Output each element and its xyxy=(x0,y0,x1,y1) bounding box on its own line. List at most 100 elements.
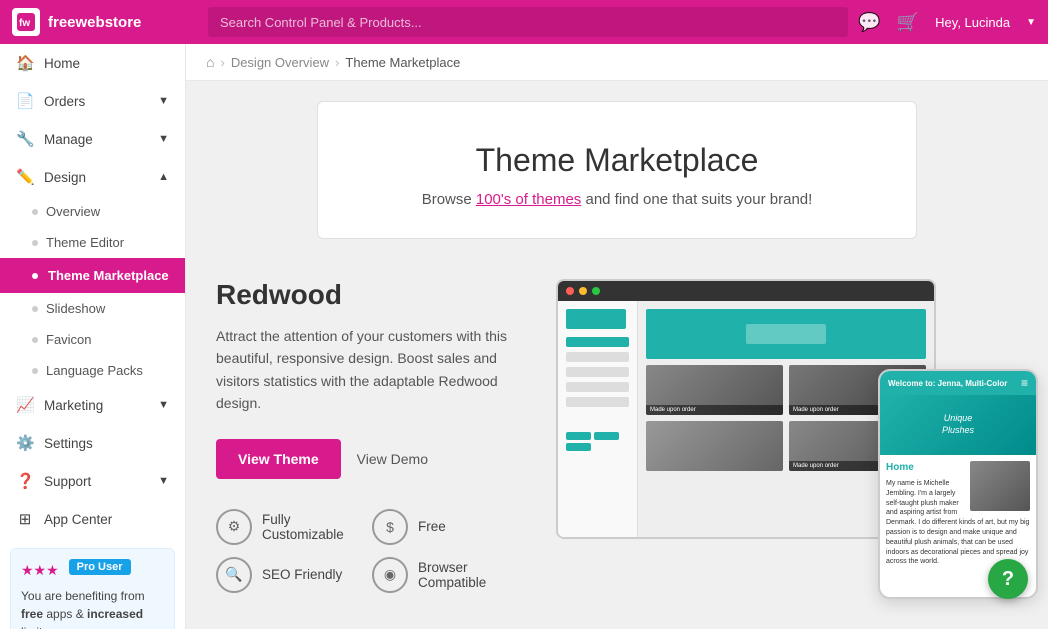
theme-info: Redwood Attract the attention of your cu… xyxy=(216,279,516,593)
preview-card xyxy=(646,421,783,471)
marketing-icon: 📈 xyxy=(16,396,34,414)
user-dropdown-icon[interactable]: ▼ xyxy=(1026,17,1036,28)
sidebar-sub-item-language-packs[interactable]: Language Packs xyxy=(0,355,185,386)
theme-name: Redwood xyxy=(216,279,516,311)
sidebar-item-home[interactable]: 🏠 Home xyxy=(0,44,185,82)
chevron-down-icon: ▼ xyxy=(158,133,169,145)
mobile-bar-title: Welcome to: Jenna, Multi-Color xyxy=(888,379,1007,388)
user-greeting[interactable]: Hey, Lucinda xyxy=(935,15,1010,30)
chevron-down-icon: ▼ xyxy=(158,475,169,487)
preview-nav-item xyxy=(566,337,629,347)
breadcrumb-current: Theme Marketplace xyxy=(345,55,460,70)
cart-icon[interactable]: 🛒 xyxy=(897,12,919,33)
feature-free: $ Free xyxy=(372,509,516,545)
support-icon: ❓ xyxy=(16,472,34,490)
feature-seo: 🔍 SEO Friendly xyxy=(216,557,360,593)
sidebar-item-label: Settings xyxy=(44,436,93,451)
sidebar-sub-item-favicon[interactable]: Favicon xyxy=(0,324,185,355)
manage-icon: 🔧 xyxy=(16,130,34,148)
logo-area: fw freewebstore xyxy=(12,8,198,36)
features-grid: ⚙ Fully Customizable $ Free 🔍 SEO Friend… xyxy=(216,509,516,593)
sidebar-item-manage[interactable]: 🔧 Manage ▼ xyxy=(0,120,185,158)
free-icon: $ xyxy=(372,509,408,545)
theme-description: Attract the attention of your customers … xyxy=(216,325,516,415)
sidebar-item-label: Home xyxy=(44,56,80,71)
sidebar-sub-item-slideshow[interactable]: Slideshow xyxy=(0,293,185,324)
maximize-dot xyxy=(592,287,600,295)
home-icon: 🏠 xyxy=(16,54,34,72)
preview-nav-item xyxy=(566,397,629,407)
home-breadcrumb-icon[interactable]: ⌂ xyxy=(206,54,214,70)
sidebar-sub-item-theme-marketplace[interactable]: Theme Marketplace xyxy=(0,258,185,293)
sidebar-sub-label: Favicon xyxy=(46,332,92,347)
preview-nav-item xyxy=(566,352,629,362)
search-input[interactable] xyxy=(208,7,848,37)
dot-icon xyxy=(32,368,38,374)
sidebar: 🏠 Home 📄 Orders ▼ 🔧 Manage ▼ ✏️ Design ▲… xyxy=(0,44,186,629)
hero-section: Theme Marketplace Browse 100's of themes… xyxy=(317,101,917,239)
desktop-window-bar xyxy=(558,281,934,301)
sidebar-item-settings[interactable]: ⚙️ Settings xyxy=(0,424,185,462)
mobile-hero-text: UniquePlushes xyxy=(942,413,974,436)
preview-card-label: Made upon order xyxy=(646,405,783,415)
sidebar-sub-label: Language Packs xyxy=(46,363,143,378)
dot-icon xyxy=(32,337,38,343)
logo-icon: fw xyxy=(12,8,40,36)
feature-label: Fully Customizable xyxy=(262,512,360,542)
preview-logo xyxy=(566,309,626,329)
sidebar-item-label: App Center xyxy=(44,512,112,527)
content-area: ⌂ › Design Overview › Theme Marketplace … xyxy=(186,44,1048,629)
mobile-menu-icon: ≡ xyxy=(1021,376,1028,390)
view-demo-button[interactable]: View Demo xyxy=(357,451,428,467)
view-theme-button[interactable]: View Theme xyxy=(216,439,341,479)
svg-text:fw: fw xyxy=(19,18,30,29)
hero-link[interactable]: 100's of themes xyxy=(476,191,581,208)
sidebar-sub-label: Overview xyxy=(46,204,100,219)
sidebar-sub-label: Slideshow xyxy=(46,301,105,316)
orders-icon: 📄 xyxy=(16,92,34,110)
sidebar-item-label: Orders xyxy=(44,94,85,109)
feature-label: Free xyxy=(418,519,446,534)
sidebar-item-orders[interactable]: 📄 Orders ▼ xyxy=(0,82,185,120)
sidebar-item-label: Design xyxy=(44,170,86,185)
sidebar-item-label: Marketing xyxy=(44,398,103,413)
sidebar-item-marketing[interactable]: 📈 Marketing ▼ xyxy=(0,386,185,424)
browser-icon: ◉ xyxy=(372,557,408,593)
preview-nav-item xyxy=(566,382,629,392)
pro-banner: ★★★ Pro User You are benefiting from fre… xyxy=(10,548,175,629)
mobile-hero: UniquePlushes xyxy=(880,395,1036,455)
sidebar-item-support[interactable]: ❓ Support ▼ xyxy=(0,462,185,500)
close-dot xyxy=(566,287,574,295)
sidebar-sub-item-overview[interactable]: Overview xyxy=(0,196,185,227)
chevron-down-icon: ▼ xyxy=(158,95,169,107)
breadcrumb: ⌂ › Design Overview › Theme Marketplace xyxy=(186,44,1048,81)
dot-icon xyxy=(32,240,38,246)
hero-title: Theme Marketplace xyxy=(338,142,896,179)
dot-icon xyxy=(32,306,38,312)
main-layout: 🏠 Home 📄 Orders ▼ 🔧 Manage ▼ ✏️ Design ▲… xyxy=(0,44,1048,629)
sidebar-item-label: Manage xyxy=(44,132,93,147)
sidebar-item-app-center[interactable]: ⊞ App Center xyxy=(0,500,185,538)
theme-section: Redwood Attract the attention of your cu… xyxy=(186,259,1048,613)
settings-icon: ⚙️ xyxy=(16,434,34,452)
preview-nav-item xyxy=(566,367,629,377)
theme-actions: View Theme View Demo xyxy=(216,439,516,479)
feature-customizable: ⚙ Fully Customizable xyxy=(216,509,360,545)
feature-label: SEO Friendly xyxy=(262,567,342,582)
pro-badge: Pro User xyxy=(69,559,131,575)
mobile-product-image xyxy=(970,461,1030,511)
logo-text: freewebstore xyxy=(48,14,141,31)
preview-card: Made upon order xyxy=(646,365,783,415)
sidebar-item-design[interactable]: ✏️ Design ▲ xyxy=(0,158,185,196)
theme-preview: Made upon order Made upon order xyxy=(556,279,1028,579)
breadcrumb-design-overview[interactable]: Design Overview xyxy=(231,55,329,70)
breadcrumb-sep: › xyxy=(335,55,339,70)
sidebar-sub-item-theme-editor[interactable]: Theme Editor xyxy=(0,227,185,258)
mobile-content: Home My name is Michelle Jembling. I'm a… xyxy=(880,455,1036,573)
chat-icon[interactable]: 💬 xyxy=(858,12,880,33)
nav-icons: 💬 🛒 Hey, Lucinda ▼ xyxy=(858,12,1036,33)
help-bubble[interactable]: ? xyxy=(988,559,1028,599)
seo-icon: 🔍 xyxy=(216,557,252,593)
hero-subtitle: Browse 100's of themes and find one that… xyxy=(338,191,896,208)
sidebar-sub-label: Theme Marketplace xyxy=(48,268,169,283)
